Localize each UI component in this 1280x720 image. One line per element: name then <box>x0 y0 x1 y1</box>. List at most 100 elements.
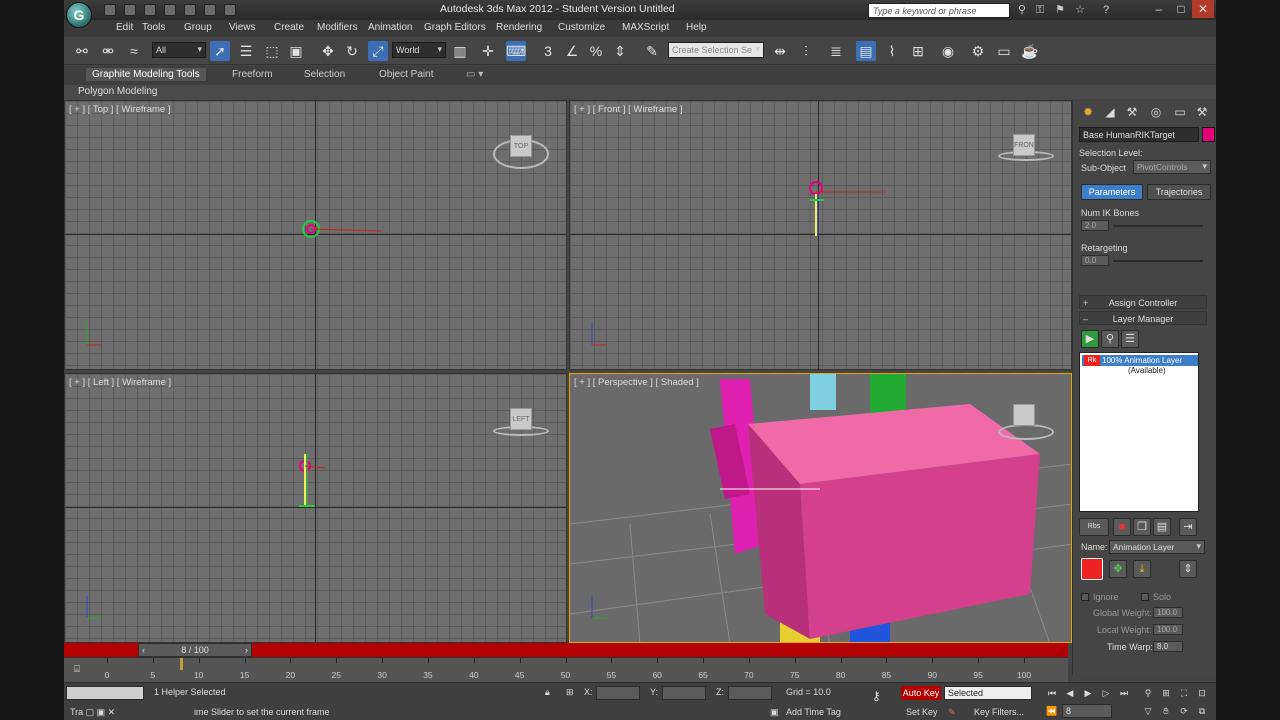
project-folder-icon[interactable] <box>204 4 216 16</box>
layer-manager-rollout[interactable]: – Layer Manager <box>1079 311 1207 325</box>
menu-modifiers[interactable]: Modifiers <box>317 22 358 33</box>
absolute-mode-icon[interactable]: ⊞ <box>566 687 574 698</box>
key-filters-button[interactable]: Key Filters... <box>974 707 1024 717</box>
paste-layer-icon[interactable]: ▤ <box>1153 518 1171 536</box>
ignore-checkbox[interactable] <box>1081 593 1089 601</box>
copy-layer-icon[interactable]: ❐ <box>1133 518 1151 536</box>
render-setup-icon[interactable]: ⚙ <box>968 41 988 61</box>
tab-selection[interactable]: Selection <box>304 69 345 80</box>
time-tag-icon[interactable]: ▣ <box>770 707 779 718</box>
hierarchy-tab-icon[interactable]: ⚒ <box>1123 104 1141 120</box>
play-icon[interactable]: ▶ <box>1080 686 1096 700</box>
select-active-layer-icon[interactable]: ⚲ <box>1101 330 1119 348</box>
viewcube-top[interactable]: TOP <box>510 135 532 157</box>
cyan-block[interactable] <box>810 374 836 410</box>
tab-freeform[interactable]: Freeform <box>232 69 273 80</box>
menu-views[interactable]: Views <box>229 22 256 33</box>
redo-icon[interactable] <box>184 4 196 16</box>
unlink-icon[interactable]: ⚮ <box>98 41 118 61</box>
quick-access-dropdown-icon[interactable] <box>224 4 236 16</box>
go-to-start-icon[interactable]: ⏮ <box>1044 686 1060 700</box>
menu-group[interactable]: Group <box>184 22 212 33</box>
selection-filter-dropdown[interactable]: All <box>152 42 206 58</box>
schematic-view-icon[interactable]: ⊞ <box>908 41 928 61</box>
keyboard-shortcut-override-icon[interactable]: ⌨ <box>506 41 526 61</box>
subscription-icon[interactable]: ⚿ <box>1034 4 1046 16</box>
key-mode-dropdown[interactable]: Selected <box>944 686 1032 700</box>
layer-order-icon[interactable]: ⇕ <box>1179 560 1197 578</box>
save-file-icon[interactable] <box>144 4 156 16</box>
layer-manager-icon[interactable]: ≣ <box>826 41 846 61</box>
mini-curve-editor-icon[interactable]: ⌸ <box>74 664 80 675</box>
set-key-button[interactable]: Set Key <box>906 707 938 717</box>
track-bar[interactable]: ⌸ 0 5 10 15 20 25 30 35 40 45 50 55 60 65 70 75 80 85 90 95… <box>64 657 1068 682</box>
time-warp-spinner[interactable]: 8.0 <box>1153 641 1183 652</box>
animation-layer-list[interactable]: Rk 100% Animation Layer (Available) <box>1079 352 1199 512</box>
next-frame-icon[interactable]: › <box>245 644 248 656</box>
num-ik-bones-slider[interactable] <box>1113 225 1203 227</box>
zoom-extents-all-icon[interactable]: ⊡ <box>1194 686 1210 700</box>
set-key-icon[interactable]: ⚷ <box>872 689 881 703</box>
rect-selection-icon[interactable]: ⬚ <box>262 41 282 61</box>
orbit-icon[interactable]: ⟳ <box>1176 704 1192 718</box>
menu-rendering[interactable]: Rendering <box>496 22 542 33</box>
render-production-icon[interactable]: ☕ <box>1020 41 1040 61</box>
retargeting-slider[interactable] <box>1113 260 1203 262</box>
pivot-center-icon[interactable]: ▥ <box>450 41 470 61</box>
material-editor-icon[interactable]: ◉ <box>938 41 958 61</box>
layer-load-icon[interactable]: ⤓ <box>1133 560 1151 578</box>
angle-snap-icon[interactable]: ∠ <box>562 41 582 61</box>
layer-name-field[interactable]: Animation Layer <box>1109 540 1205 554</box>
viewcube-left[interactable]: LEFT <box>510 408 532 430</box>
maxscript-listener-field[interactable] <box>66 686 144 700</box>
time-slider[interactable]: ‹ 8 / 100 › <box>64 643 1068 657</box>
menu-create[interactable]: Create <box>274 22 304 33</box>
lock-selection-icon[interactable]: 🔒︎ <box>545 687 550 698</box>
time-slider-thumb[interactable]: ‹ 8 / 100 › <box>138 643 252 657</box>
add-layer-button[interactable]: Rbs <box>1079 518 1109 536</box>
layer-properties-icon[interactable]: ☰ <box>1121 330 1139 348</box>
local-weight-spinner[interactable]: 100.0 <box>1153 624 1183 635</box>
rig-left-view[interactable] <box>291 444 341 514</box>
percent-snap-icon[interactable]: % <box>586 41 606 61</box>
key-mode-toggle-icon[interactable]: ⏪ <box>1044 704 1060 718</box>
utilities-tab-icon[interactable]: ⚒ <box>1193 104 1211 120</box>
modify-tab-icon[interactable]: ◢ <box>1101 104 1119 120</box>
viewport-top[interactable]: [ + ] [ Top ] [ Wireframe ] TOP <box>64 100 567 370</box>
x-coordinate-field[interactable] <box>596 686 640 700</box>
communication-icon[interactable]: ⚑ <box>1054 4 1066 16</box>
solo-checkbox[interactable] <box>1141 593 1149 601</box>
taskbar-chip[interactable]: Tra ▢ ▣ ✕ <box>70 707 115 718</box>
curve-editor-icon[interactable]: ⌇ <box>882 41 902 61</box>
field-of-view-icon[interactable]: ▽ <box>1140 704 1156 718</box>
window-crossing-icon[interactable]: ▣ <box>286 41 306 61</box>
next-frame-button-icon[interactable]: ▷ <box>1098 686 1114 700</box>
viewport-top-label[interactable]: [ + ] [ Top ] [ Wireframe ] <box>69 104 170 115</box>
polygon-modeling-panel[interactable]: Polygon Modeling <box>78 86 158 97</box>
rig-top-view[interactable] <box>291 213 391 253</box>
menu-animation[interactable]: Animation <box>368 22 412 33</box>
object-color-swatch[interactable] <box>1202 127 1215 142</box>
select-by-name-icon[interactable]: ☰ <box>236 41 256 61</box>
display-tab-icon[interactable]: ▭ <box>1171 104 1189 120</box>
motion-tab-icon[interactable]: ◎ <box>1147 104 1165 120</box>
global-weight-spinner[interactable]: 100.0 <box>1153 607 1183 618</box>
previous-frame-icon[interactable]: ◀ <box>1062 686 1078 700</box>
parameters-button[interactable]: Parameters <box>1081 184 1143 200</box>
align-icon[interactable]: ⫶ <box>796 41 816 61</box>
scale-icon[interactable]: ⤢ <box>368 41 388 61</box>
mirror-icon[interactable]: ⇹ <box>770 41 790 61</box>
open-file-icon[interactable] <box>124 4 136 16</box>
binoculars-icon[interactable]: ⚲ <box>1016 4 1028 16</box>
current-frame-field[interactable]: 8 <box>1062 704 1112 718</box>
key-tangent-icon[interactable]: ✎ <box>948 707 956 718</box>
layer-color-swatch[interactable] <box>1081 558 1103 580</box>
tab-graphite-modeling-tools[interactable]: Graphite Modeling Tools <box>86 68 206 81</box>
viewport-left[interactable]: [ + ] [ Left ] [ Wireframe ] LEFT <box>64 373 567 643</box>
num-ik-bones-spinner[interactable]: 2.0 <box>1081 220 1109 231</box>
sub-object-dropdown[interactable]: PivotControls <box>1133 160 1211 174</box>
select-manipulate-icon[interactable]: ✛ <box>478 41 498 61</box>
close-icon[interactable]: ✕ <box>1192 0 1214 18</box>
maximize-viewport-icon[interactable]: ⧉ <box>1194 704 1210 718</box>
link-icon[interactable]: ⚯ <box>72 41 92 61</box>
